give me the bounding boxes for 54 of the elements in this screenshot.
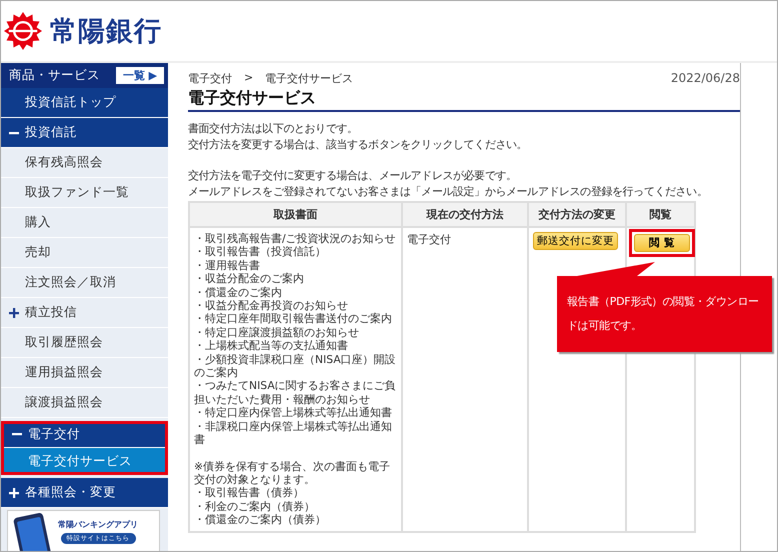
plus-icon (9, 308, 19, 318)
sidebar-item[interactable]: 取扱ファンド一覧 (1, 178, 168, 208)
document-item: ・償還金のご案内 (194, 286, 283, 300)
banner-title: 常陽バンキングアプリ (58, 518, 138, 530)
document-item: ・特定口座内保管上場株式等払出通知書 (194, 406, 393, 420)
column-header: 閲覧 (626, 202, 695, 227)
notice-text: 交付方法を電子交付に変更する場合は、メールアドレスが必要です。 (188, 168, 518, 184)
document-item: ・特定口座年間取引報告書送付のご案内 (194, 312, 393, 326)
table-cell: 電子交付 (407, 233, 451, 246)
list-button[interactable]: 一覧 ▶ (116, 67, 164, 84)
sidebar-item[interactable]: 購入 (1, 208, 168, 238)
document-item: ・収益分配金のご案内 (194, 272, 305, 286)
sidebar-title: 商品・サービス (9, 67, 100, 84)
bank-logo-text: 常陽銀行 (50, 15, 162, 49)
intro-text: 書面交付方法は以下のとおりです。 (188, 121, 359, 137)
breadcrumb-separator: > (244, 71, 254, 86)
sidebar-item[interactable]: 電子交付サービス (4, 448, 165, 475)
document-item: ・上場株式配当等の支払通知書 (194, 339, 349, 353)
sidebar-item[interactable]: 電子交付 (4, 421, 165, 448)
document-item: ・取引報告書（投資信託） (194, 245, 327, 259)
sidebar-item[interactable]: 取引履歴照会 (1, 328, 168, 358)
document-item: ・運用報告書 (194, 258, 261, 272)
breadcrumb-current: 電子交付サービス (265, 71, 354, 86)
logo-icon (4, 12, 42, 50)
sidebar-item[interactable]: 売却 (1, 238, 168, 268)
change-method-button[interactable]: 郵送交付に変更 (533, 232, 618, 250)
column-header: 現在の交付方法 (402, 202, 528, 227)
plus-icon (9, 488, 19, 498)
sidebar-item[interactable]: 保有残高照会 (1, 148, 168, 178)
sidebar-item[interactable]: 譲渡損益照会 (1, 388, 168, 418)
bond-note: ※債券を保有する場合、次の書面も電子交付の対象となります。 (194, 460, 392, 486)
view-button[interactable]: 閲 覧 (634, 234, 690, 252)
document-item: ・つみたてNISAに関するお客さまにご負担いただいた費用・報酬のお知らせ (194, 379, 397, 406)
breadcrumb-link[interactable]: 電子交付 (188, 71, 232, 86)
intro-text: 交付方法を変更する場合は、該当するボタンをクリックしてください。 (188, 137, 528, 153)
document-item: ・償還金のご案内（債券） (194, 513, 327, 527)
column-header: 取扱書面 (189, 202, 402, 227)
sidebar-item[interactable]: 注文照会／取消 (1, 268, 168, 298)
sidebar-item[interactable]: 各種照会・変更 (1, 478, 168, 508)
document-item: ・取引残高報告書/ご投資状況のお知らせ (194, 232, 397, 246)
page-title: 電子交付サービス (188, 88, 740, 112)
document-item: ・取引報告書（債券） (194, 486, 305, 500)
sidebar-item[interactable]: 運用損益照会 (1, 358, 168, 388)
document-item: ・非課税口座内保管上場株式等払出通知書 (194, 420, 393, 446)
column-header: 交付方法の変更 (528, 202, 626, 227)
sidebar-item[interactable]: 投資信託 (1, 118, 168, 148)
document-item: ・特定口座譲渡損益額のお知らせ (194, 326, 360, 340)
document-item: ・収益分配金再投資のお知らせ (194, 299, 349, 312)
document-item: ・利金のご案内（債券） (194, 500, 316, 514)
date: 2022/06/28 (670, 71, 740, 86)
sidebar-item[interactable]: 積立投信 (1, 298, 168, 328)
sidebar-item[interactable]: 投資信託トップ (1, 88, 168, 118)
notice-text: メールアドレスをご登録されてないお客さまは「メール設定」からメールアドレスの登録を行ってください。 (188, 184, 708, 200)
document-item: ・少額投資非課税口座（NISA口座）開設のご案内 (194, 352, 397, 380)
